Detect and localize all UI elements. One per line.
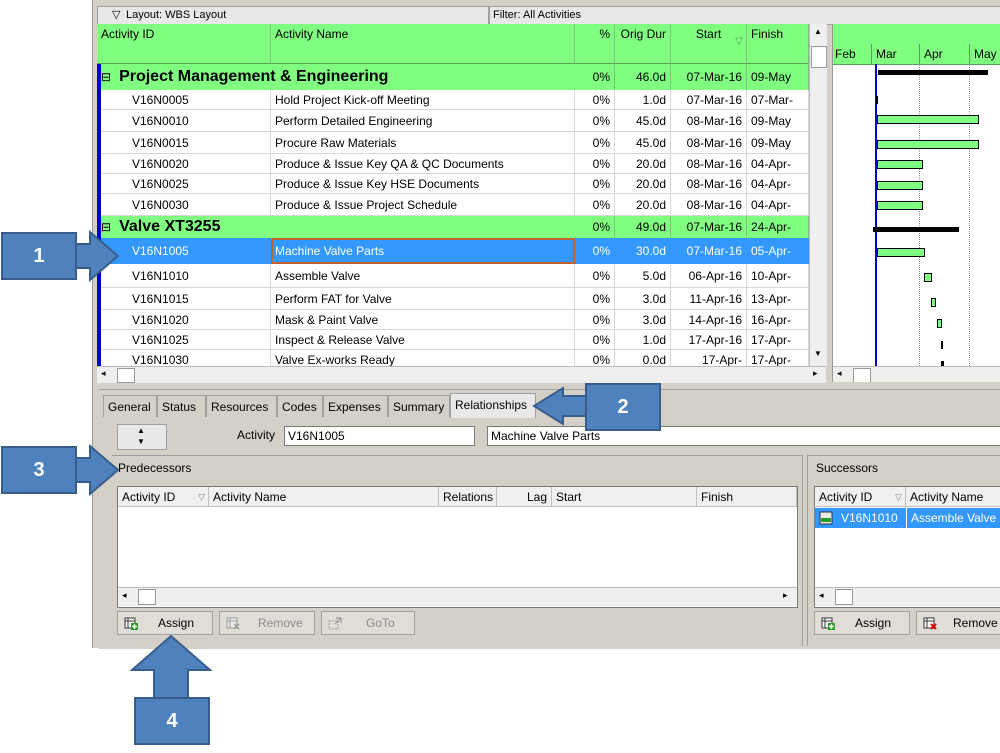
callout-2: 2	[585, 383, 661, 431]
callout-3-arrow	[75, 443, 120, 497]
callout-4-arrow	[129, 634, 213, 699]
callout-1: 1	[1, 232, 77, 280]
callout-1-arrow	[75, 229, 120, 283]
callout-4: 4	[134, 697, 210, 745]
callout-arrows	[75, 229, 587, 699]
callout-2-arrow	[532, 386, 587, 426]
callout-3: 3	[1, 446, 77, 494]
